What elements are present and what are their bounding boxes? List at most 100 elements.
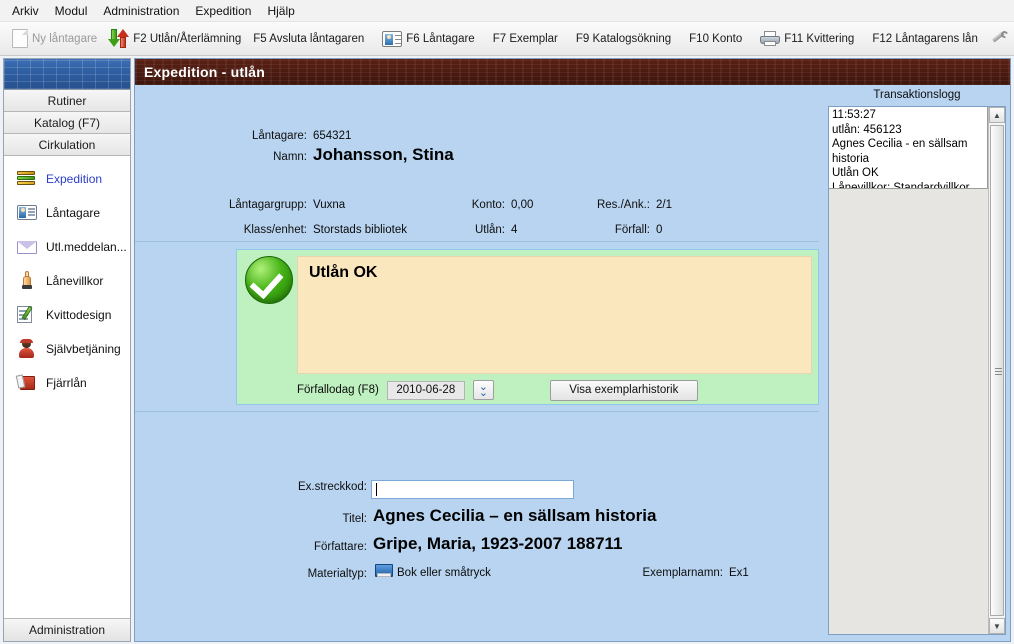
loan-return-button[interactable]: F2 Utlån/Återlämning bbox=[103, 25, 247, 53]
sidebar-item-list: Expedition Låntagare Utl.meddelan... Lån… bbox=[4, 156, 130, 618]
new-borrower-button[interactable]: Ny låntagare bbox=[6, 25, 103, 53]
menu-item-modul[interactable]: Modul bbox=[47, 2, 96, 20]
borrower-loans-button[interactable]: F12 Låntagarens lån bbox=[866, 25, 984, 53]
menu-item-hjalp[interactable]: Hjälp bbox=[259, 2, 302, 20]
sidebar-item-sjalvbetjaning[interactable]: Självbetjäning bbox=[4, 332, 130, 366]
sidebar-item-label: Lånevillkor bbox=[46, 274, 104, 288]
copy-label: Exemplarnamn: bbox=[642, 567, 723, 579]
sidebar-item-label: Låntagare bbox=[46, 206, 101, 220]
borrower-group-value: Vuxna bbox=[313, 199, 346, 211]
blue-book-icon bbox=[375, 564, 393, 578]
menu-item-administration[interactable]: Administration bbox=[95, 2, 187, 20]
material-value: Bok eller småtryck bbox=[397, 567, 491, 579]
menu-item-expedition[interactable]: Expedition bbox=[187, 2, 259, 20]
receipt-button[interactable]: F11 Kvittering bbox=[754, 25, 860, 53]
end-borrower-label: F5 Avsluta låntagaren bbox=[253, 32, 365, 45]
borrower-overdue-value: 0 bbox=[656, 224, 663, 236]
material-label: Materialtyp: bbox=[307, 568, 367, 580]
sidebar-item-label: Utl.meddelan... bbox=[46, 240, 127, 254]
borrower-loans-label: F12 Låntagarens lån bbox=[872, 32, 978, 45]
borrower-class-value: Storstads bibliotek bbox=[313, 224, 407, 236]
workspace: Rutiner Katalog (F7) Cirkulation Expedit… bbox=[0, 56, 1014, 644]
end-borrower-button[interactable]: F5 Avsluta låntagaren bbox=[247, 25, 370, 53]
borrower-card-icon bbox=[16, 203, 38, 223]
sidebar-item-kvittodesign[interactable]: Kvittodesign bbox=[4, 298, 130, 332]
main-panel: Expedition - utlån Låntagare: 654321 Nam… bbox=[134, 58, 1011, 642]
borrower-class-label: Klass/enhet: bbox=[243, 224, 307, 236]
loan-return-arrows-icon bbox=[108, 28, 130, 49]
menu-bar: Arkiv Modul Administration Expedition Hj… bbox=[0, 0, 1014, 22]
status-message-title: Utlån OK bbox=[309, 264, 378, 281]
borrower-overdue-label: Förfall: bbox=[614, 224, 650, 236]
pointing-hand-icon bbox=[16, 271, 38, 291]
sidebar-item-label: Kvittodesign bbox=[46, 308, 112, 322]
self-service-person-icon bbox=[16, 339, 38, 359]
log-line: utlån: 456123 bbox=[832, 123, 902, 136]
borrower-name-value: Johansson, Stina bbox=[313, 145, 454, 164]
due-date-dropdown-button[interactable]: ⌄ ⌄ bbox=[472, 380, 494, 400]
sidebar-group-rutiner[interactable]: Rutiner bbox=[4, 90, 130, 112]
scroll-down-button[interactable]: ▼ bbox=[989, 618, 1005, 634]
borrower-card-icon bbox=[382, 30, 403, 47]
sidebar-item-lanevillkor[interactable]: Lånevillkor bbox=[4, 264, 130, 298]
borrower-loans-value: 4 bbox=[511, 224, 518, 236]
catalog-search-button[interactable]: F9 Katalogsökning bbox=[570, 25, 677, 53]
item-button[interactable]: F7 Exemplar bbox=[487, 25, 564, 53]
loan-return-label: F2 Utlån/Återlämning bbox=[133, 32, 242, 45]
sidebar-item-utl-meddelande[interactable]: Utl.meddelan... bbox=[4, 230, 130, 264]
show-item-history-button[interactable]: Visa exemplarhistorik bbox=[549, 379, 698, 401]
borrower-account-label: Konto: bbox=[471, 199, 505, 211]
document-icon bbox=[12, 29, 28, 48]
log-line: 11:53:27 bbox=[832, 109, 876, 121]
chevron-double-down-icon: ⌄ ⌄ bbox=[478, 381, 488, 399]
books-icon bbox=[16, 169, 38, 189]
sidebar-item-expedition[interactable]: Expedition bbox=[4, 162, 130, 196]
scrollbar-track[interactable] bbox=[989, 123, 1005, 618]
sidebar-administration-button[interactable]: Administration bbox=[4, 618, 130, 641]
scrollbar-thumb[interactable] bbox=[990, 125, 1004, 616]
interlibrary-loan-icon bbox=[15, 373, 38, 393]
loan-status-box: Utlån OK Förfallodag (F8) 2010-06-28 ⌄ ⌄ … bbox=[236, 249, 819, 405]
borrower-group-label: Låntagargrupp: bbox=[228, 199, 307, 211]
borrower-id-value: 654321 bbox=[313, 130, 352, 142]
author-label: Författare: bbox=[313, 541, 367, 553]
text-caret bbox=[376, 483, 377, 496]
borrower-reservations-label: Res./Ank.: bbox=[596, 199, 650, 211]
material-type-icon-wrap bbox=[375, 564, 393, 579]
borrower-loans-label: Utlån: bbox=[474, 224, 505, 236]
due-date-input[interactable]: 2010-06-28 bbox=[386, 380, 465, 400]
sidebar-group-katalog[interactable]: Katalog (F7) bbox=[4, 112, 130, 134]
item-details: Ex.streckkod: Titel: Agnes Cecilia – en … bbox=[135, 411, 819, 580]
borrower-name-label: Namn: bbox=[273, 151, 307, 163]
transaction-log-text[interactable]: 11:53:27 utlån: 456123 Agnes Cecilia - e… bbox=[829, 107, 988, 189]
account-button[interactable]: F10 Konto bbox=[683, 25, 748, 53]
transaction-log-title: Transaktionslogg bbox=[873, 89, 961, 101]
sidebar-item-fjarrlan[interactable]: Fjärrlån bbox=[4, 366, 130, 400]
scroll-up-button[interactable]: ▲ bbox=[989, 107, 1005, 123]
menu-item-arkiv[interactable]: Arkiv bbox=[4, 2, 47, 20]
borrower-button[interactable]: F6 Låntagare bbox=[376, 25, 480, 53]
wrench-icon bbox=[990, 29, 1009, 48]
log-line: historia bbox=[832, 152, 870, 165]
sidebar-item-label: Fjärrlån bbox=[46, 376, 87, 390]
sidebar-item-lantagare[interactable]: Låntagare bbox=[4, 196, 130, 230]
copy-value: Ex1 bbox=[729, 567, 749, 579]
account-label: F10 Konto bbox=[689, 32, 743, 45]
barcode-input[interactable] bbox=[371, 480, 574, 499]
log-line: Agnes Cecilia - en sällsam bbox=[832, 138, 968, 151]
main-toolbar: Ny låntagare F2 Utlån/Återlämning F5 Avs… bbox=[0, 22, 1014, 56]
sidebar-item-label: Självbetjäning bbox=[46, 342, 121, 356]
title-value: Agnes Cecilia – en sällsam historia bbox=[373, 506, 657, 525]
settings-button[interactable] bbox=[984, 25, 1014, 53]
transaction-log-scrollbar[interactable]: ▲ ▼ bbox=[988, 107, 1005, 634]
barcode-label: Ex.streckkod: bbox=[297, 481, 367, 493]
receipt-pencil-icon bbox=[16, 305, 38, 325]
borrower-summary: Låntagare: 654321 Namn: Johansson, Stina… bbox=[135, 85, 819, 242]
transaction-log-panel: Transaktionslogg 11:53:27 utlån: 456123 … bbox=[823, 85, 1011, 642]
item-button-label: F7 Exemplar bbox=[492, 32, 558, 45]
due-date-label: Förfallodag (F8) bbox=[297, 384, 379, 396]
catalog-search-label: F9 Katalogsökning bbox=[575, 32, 672, 45]
sidebar-group-cirkulation[interactable]: Cirkulation bbox=[4, 134, 130, 156]
log-line: Lånevillkor: Standardvillkor bbox=[832, 181, 970, 189]
due-date-row: Förfallodag (F8) 2010-06-28 ⌄ ⌄ Visa exem… bbox=[297, 379, 812, 401]
